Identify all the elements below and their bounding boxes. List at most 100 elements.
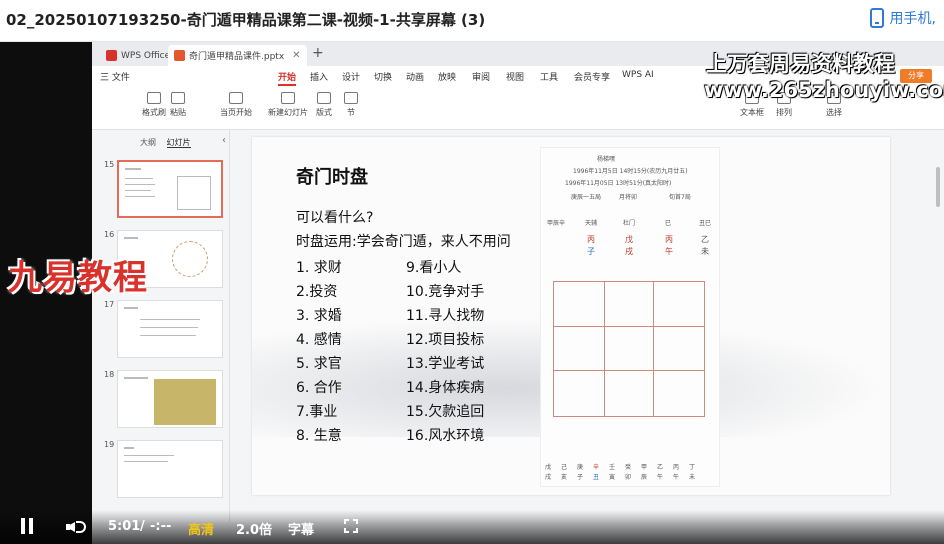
pillar-branch: 戌 xyxy=(625,247,633,256)
chart-bottom-branch: 丑 xyxy=(593,474,600,481)
paste-button[interactable]: 粘贴 xyxy=(170,92,186,118)
tab-slides[interactable]: 幻灯片 xyxy=(166,138,191,148)
chart-row-c: 旬首7局 xyxy=(669,194,691,201)
slide-icon xyxy=(281,92,295,104)
watermark-url: www.265zhouyiw.com xyxy=(704,78,944,102)
menu-design[interactable]: 设计 xyxy=(342,70,360,83)
menu-animation[interactable]: 动画 xyxy=(406,70,424,83)
chart-bottom-branch: 午 xyxy=(673,474,680,481)
format-painter-button[interactable]: 格式刷 xyxy=(142,92,166,118)
menu-review[interactable]: 审阅 xyxy=(472,70,490,83)
chart-cell: 天辅 xyxy=(585,220,598,227)
subtitle-button[interactable]: 字幕 xyxy=(288,519,314,538)
phone-link[interactable]: 用手机, xyxy=(869,8,936,28)
chevron-left-icon[interactable]: ‹ xyxy=(222,135,226,146)
clipboard-icon xyxy=(171,92,185,104)
chart-bottom-stem: 癸 xyxy=(625,464,632,471)
slide-thumbnail-17[interactable] xyxy=(117,300,223,358)
watermark-brand: 九易教程 xyxy=(8,258,148,298)
time-separator: / xyxy=(140,519,145,534)
list-item: 12.项目投标 xyxy=(406,332,485,348)
window-title: 02_20250107193250-奇门遁甲精品课第二课-视频-1-共享屏幕 (… xyxy=(6,11,486,29)
section-button[interactable]: 节 xyxy=(344,92,358,118)
pillar-branch: 子 xyxy=(587,247,595,256)
doc-tab[interactable]: 奇门遁甲精品课件.pptx ✕ xyxy=(168,45,307,66)
slide-question: 可以看什么? xyxy=(296,210,374,226)
slide-title: 奇门时盘 xyxy=(296,167,368,188)
list-item: 11.寻人找物 xyxy=(406,308,485,324)
video-player[interactable]: WPS Office 奇门遁甲精品课件.pptx ✕ + 三 文件 开始 插入 … xyxy=(0,42,944,544)
list-item: 13.学业考试 xyxy=(406,356,485,372)
menu-file[interactable]: 三 文件 xyxy=(100,70,130,83)
menu-member[interactable]: 会员专享 xyxy=(574,70,610,83)
slide-thumbnail-18[interactable] xyxy=(117,370,223,428)
chart-bottom-branch: 亥 xyxy=(561,474,568,481)
chart-bottom-branch: 戌 xyxy=(545,474,552,481)
chart-bottom-stem: 甲 xyxy=(641,464,648,471)
speed-button[interactable]: 2.0倍 xyxy=(236,519,272,538)
nine-palace-grid xyxy=(553,281,705,417)
chart-header: 杨梯嘿 xyxy=(597,156,616,163)
list-item: 14.身体疾病 xyxy=(406,380,485,396)
slide-thumbnail-19[interactable] xyxy=(117,440,223,498)
chart-bottom-stem: 辛 xyxy=(593,464,600,471)
fullscreen-icon[interactable] xyxy=(344,519,358,533)
chart-bottom-stem: 丙 xyxy=(673,464,680,471)
quality-button[interactable]: 高清 xyxy=(188,519,214,538)
current-slide[interactable]: 奇门时盘 可以看什么? 时盘运用:学会奇门遁，来人不用问 1. 求财 2.投资 … xyxy=(252,137,890,495)
list-item: 10.竞争对手 xyxy=(406,284,485,300)
menu-wps-ai[interactable]: WPS AI xyxy=(622,70,654,80)
list-item: 1. 求财 xyxy=(296,260,342,276)
volume-icon[interactable] xyxy=(66,518,88,536)
play-icon xyxy=(229,92,243,104)
list-item: 2.投资 xyxy=(296,284,338,300)
menu-view[interactable]: 视图 xyxy=(506,70,524,83)
pillar-stem: 乙 xyxy=(701,235,709,244)
thumb-number: 19 xyxy=(104,440,115,449)
chart-cell: 丑巳 xyxy=(699,220,712,227)
chart-bottom-stem: 庚 xyxy=(577,464,584,471)
chart-bottom-branch: 未 xyxy=(689,474,696,481)
chart-date: 1996年11月5日 14时15分(农历九月廿五) xyxy=(573,168,688,175)
menu-slideshow[interactable]: 放映 xyxy=(438,70,456,83)
chart-solar-date: 1996年11月05日 13时51分(真太阳时) xyxy=(565,180,672,187)
new-tab-icon[interactable]: + xyxy=(312,45,324,61)
slide-thumbnail-pane: 大纲 幻灯片 ‹ 15 16 17 18 19 xyxy=(92,130,230,544)
wps-home-tab-label: WPS Office xyxy=(121,50,171,61)
list-item: 16.风水环境 xyxy=(406,428,485,444)
pause-icon[interactable] xyxy=(20,518,34,534)
chart-bottom-stem: 乙 xyxy=(657,464,664,471)
menu-insert[interactable]: 插入 xyxy=(310,70,328,83)
vertical-scrollbar[interactable] xyxy=(936,167,940,207)
chart-bottom-branch: 寅 xyxy=(609,474,616,481)
pillar-stem: 丙 xyxy=(587,235,595,244)
watermark-line1: 上万套周易资料教程 xyxy=(706,52,895,76)
section-icon xyxy=(344,92,358,104)
tab-outline[interactable]: 大纲 xyxy=(140,138,156,147)
start-from-current-button[interactable]: 当页开始 xyxy=(220,92,252,118)
list-item: 15.欠款追回 xyxy=(406,404,485,420)
menu-transition[interactable]: 切换 xyxy=(374,70,392,83)
layout-icon xyxy=(317,92,331,104)
layout-button[interactable]: 版式 xyxy=(316,92,332,118)
player-controls: 5:01 / -:-- 高清 2.0倍 字幕 xyxy=(0,510,944,544)
list-item: 8. 生意 xyxy=(296,428,342,444)
chart-bottom-branch: 辰 xyxy=(641,474,648,481)
brush-icon xyxy=(147,92,161,104)
doc-tab-label: 奇门遁甲精品课件.pptx xyxy=(189,52,285,62)
phone-link-label: 用手机, xyxy=(889,11,936,27)
menu-tools[interactable]: 工具 xyxy=(540,70,558,83)
thumb-number: 15 xyxy=(104,160,115,169)
slide-usage: 时盘运用:学会奇门遁，来人不用问 xyxy=(296,234,511,250)
chart-cell: 杜门 xyxy=(623,220,636,227)
close-icon[interactable]: ✕ xyxy=(292,50,300,61)
menu-home[interactable]: 开始 xyxy=(278,70,297,86)
current-time: 5:01 xyxy=(108,519,141,534)
phone-icon xyxy=(869,8,884,28)
slide-thumbnail-15[interactable] xyxy=(117,160,223,218)
chart-cell: 甲辰辛 xyxy=(547,220,566,227)
chart-bottom-branch: 子 xyxy=(577,474,584,481)
new-slide-button[interactable]: 新建幻灯片 xyxy=(268,92,308,118)
list-item: 6. 合作 xyxy=(296,380,342,396)
wps-home-tab[interactable]: WPS Office xyxy=(100,45,176,66)
